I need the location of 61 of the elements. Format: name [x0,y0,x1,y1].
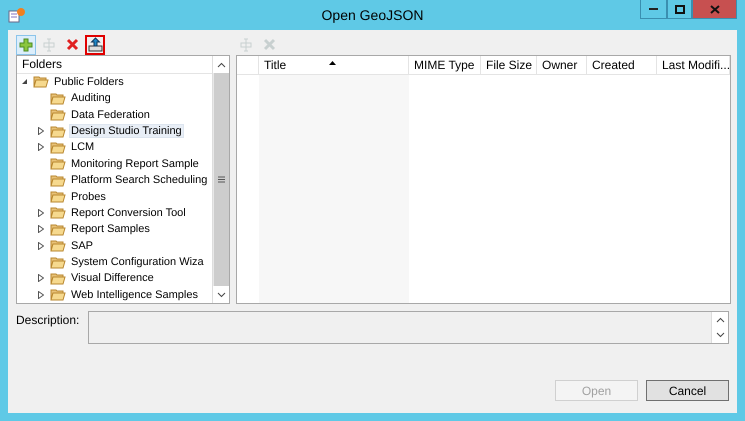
folder-item[interactable]: Visual Difference [69,271,156,286]
minimize-button[interactable] [640,0,667,19]
folder-icon [33,75,49,88]
folder-icon [50,288,66,302]
folder-icon [50,92,66,105]
folder-item[interactable]: Monitoring Report Sample [69,156,201,171]
scrollbar-thumb[interactable] [214,73,228,286]
folder-item[interactable]: System Configuration Wiza [69,255,206,270]
scroll-down-icon[interactable] [213,286,229,303]
folder-item[interactable]: Data Federation [69,108,152,122]
folder-item[interactable]: LCM [69,140,96,154]
scroll-up-icon[interactable] [712,312,728,328]
app-icon [8,7,26,23]
sort-arrow-icon [329,61,336,65]
rename-icon [239,38,253,52]
maximize-button[interactable] [667,0,692,19]
folder-icon [50,239,66,252]
folder-icon [50,222,66,236]
folder-icon [50,108,66,122]
rename-icon [42,38,56,52]
folder-icon [50,206,66,220]
folder-icon [50,190,66,204]
column-header[interactable]: Created [587,56,657,74]
upload-folder-button[interactable] [85,34,105,54]
column-header[interactable]: Last Modifi... [657,56,730,74]
description-label: Description: [16,313,78,328]
upload-icon [88,37,102,52]
add-folder-button[interactable] [16,34,36,54]
folder-icon [50,124,66,138]
folder-icon [50,272,66,285]
maximize-icon [674,4,684,14]
folder-item[interactable]: Report Conversion Tool [69,206,188,220]
scroll-up-icon[interactable] [213,56,229,73]
window-title: Open GeoJSON [322,6,424,24]
folder-item[interactable]: Report Samples [69,222,152,236]
folder-item[interactable]: Design Studio Training [69,124,184,138]
scroll-down-icon[interactable] [712,328,728,343]
folder-item[interactable]: Probes [69,190,108,204]
folder-icon [50,140,66,154]
column-header[interactable]: Title [259,56,409,74]
description-field[interactable] [88,311,729,344]
close-icon [710,4,720,14]
plus-icon [19,38,33,52]
folder-item[interactable]: Platform Search Scheduling [69,173,210,188]
column-header[interactable]: Owner [537,56,587,74]
folder-item[interactable]: Public Folders [52,74,126,89]
folder-icon [50,256,66,269]
close-icon [262,38,276,51]
tree-header: Folders [22,57,62,72]
folder-item[interactable]: Auditing [69,91,113,106]
close-button[interactable] [692,0,737,19]
column-header[interactable]: MIME Type [409,56,481,74]
collapse-icon[interactable] [21,78,28,86]
folder-icon [50,157,66,170]
dialog-button[interactable]: Cancel [646,380,729,401]
minimize-icon [649,8,658,10]
close-icon [66,38,78,51]
folder-item[interactable]: Web Intelligence Samples [69,288,200,302]
folder-item[interactable]: SAP [69,238,96,253]
folder-icon [50,174,66,187]
column-header[interactable]: File Size [481,56,537,74]
